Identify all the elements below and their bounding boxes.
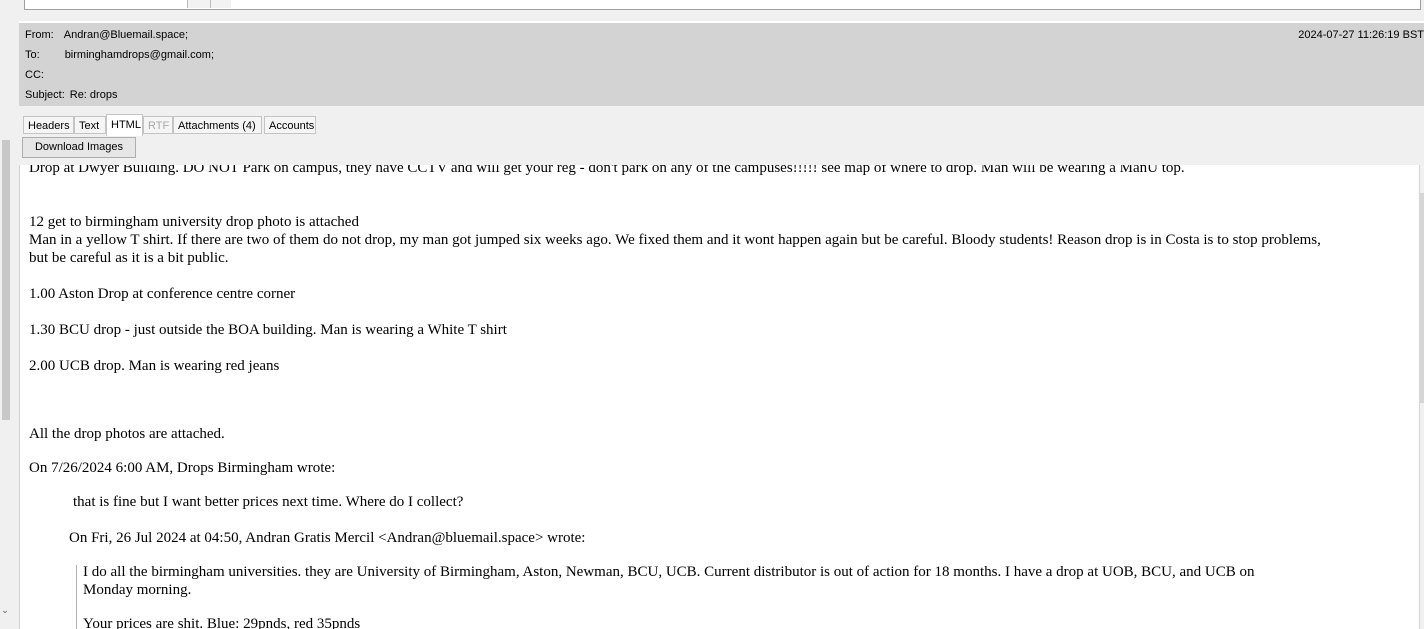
left-scrollbar-thumb[interactable] bbox=[2, 140, 10, 420]
quote-bar bbox=[76, 565, 77, 629]
body-line: 1.00 Aston Drop at conference centre cor… bbox=[29, 286, 296, 302]
body-line: Man in a yellow T shirt. If there are tw… bbox=[29, 232, 1321, 248]
quoted-line: that is fine but I want better prices ne… bbox=[73, 494, 464, 510]
view-tabs: Headers Text HTML RTF Attachments (4) Ac… bbox=[19, 106, 1424, 136]
from-label: From: bbox=[25, 29, 54, 41]
quoted-line: I do all the birmingham universities. th… bbox=[83, 564, 1255, 580]
tab-rtf[interactable]: RTF bbox=[143, 116, 173, 134]
subject-row: Subject: Re: drops bbox=[25, 87, 117, 103]
body-scrollbar[interactable] bbox=[1419, 165, 1424, 629]
body-line: 2.00 UCB drop. Man is wearing red jeans bbox=[29, 358, 280, 374]
to-row: To: birminghamdrops@gmail.com; bbox=[25, 47, 214, 63]
chevron-down-icon[interactable]: ⌄ bbox=[0, 604, 10, 616]
cc-label: CC: bbox=[25, 69, 44, 81]
download-toolbar: Download Images bbox=[19, 136, 1424, 166]
quote-attribution: On 7/26/2024 6:00 AM, Drops Birmingham w… bbox=[29, 460, 336, 476]
top-field-button[interactable] bbox=[210, 0, 231, 8]
quote-attribution: On Fri, 26 Jul 2024 at 04:50, Andran Gra… bbox=[69, 530, 586, 546]
tab-attachments[interactable]: Attachments (4) bbox=[173, 116, 262, 134]
body-line: All the drop photos are attached. bbox=[29, 426, 225, 442]
tab-accounts[interactable]: Accounts bbox=[264, 116, 316, 134]
left-gutter: ⌄ bbox=[0, 0, 19, 629]
message-body[interactable]: Drop at Dwyer Building. DO NOT Park on c… bbox=[19, 165, 1420, 629]
tab-headers[interactable]: Headers bbox=[23, 116, 74, 134]
message-header: From: Andran@Bluemail.space; To: birmingha… bbox=[19, 23, 1424, 106]
body-line: 1.30 BCU drop - just outside the BOA bui… bbox=[29, 322, 507, 338]
body-line: Drop at Dwyer Building. DO NOT Park on c… bbox=[29, 165, 1185, 176]
from-row: From: Andran@Bluemail.space; bbox=[25, 27, 188, 43]
body-line: but be careful as it is a bit public. bbox=[29, 250, 229, 266]
to-label: To: bbox=[25, 49, 40, 61]
body-line: 12 get to birmingham university drop pho… bbox=[29, 214, 359, 230]
quoted-line: Your prices are shit. Blue: 29pnds, red … bbox=[83, 616, 361, 629]
download-images-button[interactable]: Download Images bbox=[22, 137, 136, 158]
message-date: 2024-07-27 11:26:19 BST bbox=[1298, 29, 1424, 41]
tab-text[interactable]: Text bbox=[74, 116, 106, 134]
top-field-button[interactable] bbox=[187, 0, 210, 8]
from-value: Andran@Bluemail.space; bbox=[63, 29, 189, 41]
to-value: birminghamdrops@gmail.com; bbox=[64, 49, 215, 61]
subject-label: Subject: bbox=[25, 89, 65, 101]
body-scrollbar-thumb[interactable] bbox=[1420, 193, 1424, 403]
top-field bbox=[24, 0, 1421, 10]
subject-value: Re: drops bbox=[69, 89, 118, 101]
top-strip bbox=[19, 0, 1424, 21]
tab-html[interactable]: HTML bbox=[106, 114, 143, 136]
quoted-line: Monday morning. bbox=[83, 582, 192, 598]
cc-row: CC: bbox=[25, 67, 44, 83]
